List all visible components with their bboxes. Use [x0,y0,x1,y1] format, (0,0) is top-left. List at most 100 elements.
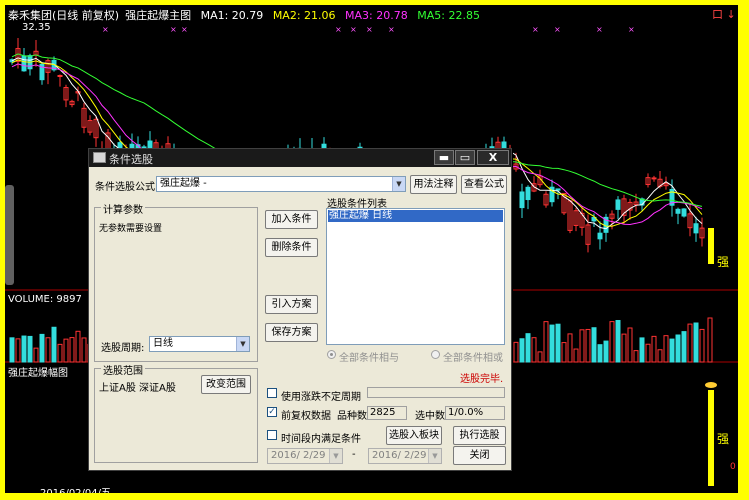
signal-marker: × [350,25,357,34]
period-label: 选股周期: [101,343,145,354]
signal-marker: × [532,25,539,34]
volume-bar [21,335,27,363]
range-group: 选股范围 上证A股 深证A股 改变范围 [94,362,258,463]
formula-label: 条件选股公式 [95,182,155,193]
volume-bar [513,341,519,363]
condition-list[interactable]: 强庄起爆 日线 [326,208,505,345]
volume-bar [687,323,693,363]
stock-count-value: 2825 [367,406,407,420]
candle-body [555,188,561,191]
list-item[interactable]: 强庄起爆 日线 [328,210,503,222]
volume-bar [609,321,615,363]
params-group: 计算参数 无参数需要设置 选股周期: 日线 ▼ [94,201,258,362]
zero-axis-label: 0 [730,462,736,472]
frame-left [0,0,5,500]
change-range-button[interactable]: 改变范围 [201,375,251,394]
candle-body [57,75,63,78]
chevron-down-icon[interactable]: ▼ [236,337,249,351]
volume-bar [543,321,549,363]
candle-body [519,191,525,209]
volume-bar [27,335,33,363]
progress-bar [367,387,505,398]
date-from-picker[interactable]: 2016/ 2/29 ▼ [267,448,343,464]
params-group-caption: 计算参数 [101,201,145,216]
ma1-value: MA1: 20.79 [200,9,264,22]
signal-marker: × [366,25,373,34]
adjust-label: 前复权数据 [281,411,331,422]
frame-bottom [0,493,749,500]
chevron-down-icon[interactable]: ▼ [392,177,405,191]
volume-bar [573,348,579,363]
signal-marker: × [335,25,342,34]
volume-bar [555,323,561,363]
close-button[interactable]: 关闭 [453,446,506,465]
formula-select[interactable]: 强庄起爆 - ▼ [156,176,406,192]
volume-bar [519,338,525,363]
chevron-down-icon[interactable]: ▼ [329,449,342,463]
scroll-handle [5,185,14,285]
uncertain-period-checkbox[interactable] [267,388,277,398]
volume-bar [651,335,657,363]
volume-bar [567,333,573,363]
dialog-titlebar[interactable]: 条件选股 ▬ ▭ X [89,149,511,167]
volume-bar [63,338,69,363]
close-window-button[interactable]: X [477,150,509,165]
volume-bar [561,342,567,363]
dialog-app-icon [93,152,106,163]
adjust-checkbox[interactable]: ✓ [267,407,277,417]
candle-body [693,223,699,234]
time-range-checkbox[interactable] [267,430,277,440]
volume-bar [15,338,21,363]
volume-bar [657,349,663,363]
usage-notes-button[interactable]: 用法注释 [410,175,457,194]
ma3-value: MA3: 20.78 [345,9,408,22]
minimize-button[interactable]: ▬ [434,150,454,165]
range-value: 上证A股 深证A股 [99,383,176,394]
volume-bar [585,328,591,363]
radio-and[interactable] [327,350,336,359]
date-to-picker[interactable]: 2016/ 2/29 ▼ [368,448,442,464]
uncertain-period-label: 使用涨跌不定周期 [281,392,361,403]
volume-label: VOLUME: 9897 [8,294,82,305]
signal-bar-lower [708,390,714,486]
volume-bar [525,333,531,363]
signal-marker: × [554,25,561,34]
candle-body [675,208,681,214]
candle-body [615,199,621,210]
execute-select-button[interactable]: 执行选股 [453,426,506,445]
view-formula-button[interactable]: 查看公式 [461,175,507,194]
maximize-button[interactable]: ▭ [455,150,475,165]
stock-name: 秦禾集团(日线 前复权) [8,9,120,22]
remove-condition-button[interactable]: 删除条件 [265,238,318,257]
formula-select-value: 强庄起爆 - [160,178,207,189]
date-separator: - [352,449,356,460]
add-condition-button[interactable]: 加入条件 [265,210,318,229]
ma2-value: MA2: 21.06 [272,9,336,22]
high-price-label: 32.35 [22,22,51,33]
radio-or[interactable] [431,350,440,359]
ma5-value: MA5: 22.85 [417,9,480,22]
volume-bar [645,343,651,363]
candle-body [21,55,27,72]
save-plan-button[interactable]: 保存方案 [265,323,318,342]
add-to-block-button[interactable]: 选股入板块 [386,426,442,445]
selected-count-label: 选中数 [415,411,445,422]
chevron-down-icon[interactable]: ▼ [428,449,441,463]
import-plan-button[interactable]: 引入方案 [265,295,318,314]
volume-bar [579,329,585,363]
date-to-value: 2016/ 2/29 [372,450,427,461]
volume-bar [591,327,597,363]
signal-bar-upper [708,228,714,264]
params-text: 无参数需要设置 [99,224,163,234]
candle-body [681,208,687,217]
signal-marker: × [181,25,188,34]
range-group-caption: 选股范围 [101,362,145,377]
frame-right [738,0,749,500]
volume-bar [621,333,627,363]
dialog-title: 条件选股 [109,153,153,166]
period-select[interactable]: 日线 ▼ [149,336,250,352]
volume-bar [633,350,639,363]
volume-bar [675,334,681,363]
chart-corner-icon[interactable]: 口 ↓ [712,6,736,22]
volume-bar [75,330,81,363]
